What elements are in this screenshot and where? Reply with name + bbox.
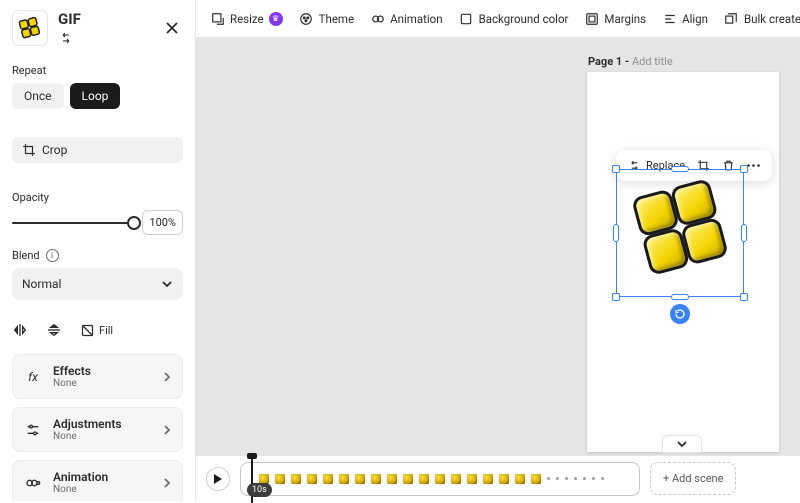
effects-sub: None [53,378,152,389]
bgcolor-button[interactable]: Background color [459,11,569,26]
animation-title: Animation [53,470,152,484]
repeat-label: Repeat [12,64,183,77]
resize-button[interactable]: Resize ♛ [210,11,283,26]
adjustments-title: Adjustments [53,417,152,431]
frame-thumb[interactable] [419,474,429,484]
frame-thumb[interactable] [307,474,317,484]
chevron-down-icon [676,438,688,450]
repeat-once-button[interactable]: Once [12,83,64,109]
close-icon[interactable] [161,17,183,39]
effects-icon: fx [23,367,43,387]
resize-handle-tr[interactable] [740,165,748,173]
animation-button[interactable]: Animation [370,11,442,26]
blend-label: Blend [12,249,40,262]
resize-handle-r[interactable] [741,224,747,242]
play-icon [213,474,223,484]
frame-thumb[interactable] [291,474,301,484]
effects-panel-button[interactable]: fx Effects None [12,354,183,399]
bulk-create-button[interactable]: Bulk create ♛ [724,11,800,26]
swap-icon[interactable] [58,30,74,46]
frame-thumb[interactable] [531,474,541,484]
properties-sidebar: GIF Repeat Once Loop Crop Opacity 10 [0,0,196,501]
timeline: 10s + Add scene [196,455,800,501]
frame-thumb[interactable] [275,474,285,484]
layer-thumbnail[interactable] [12,10,48,46]
flip-horizontal-button[interactable] [12,322,28,338]
blend-mode-select[interactable]: Normal [12,268,183,300]
opacity-label: Opacity [12,191,183,204]
align-icon [662,11,677,26]
margins-icon [584,11,599,26]
animation-panel-button[interactable]: Animation None [12,460,183,501]
flip-h-icon [12,322,28,338]
crop-label: Crop [42,143,67,157]
theme-icon [299,11,314,26]
chevron-right-icon [162,372,172,382]
fill-button[interactable]: Fill [80,323,113,338]
resize-handle-tl[interactable] [612,165,620,173]
premium-icon: ♛ [269,12,283,26]
frame-thumb[interactable] [355,474,365,484]
frame-thumb[interactable] [371,474,381,484]
add-scene-button[interactable]: + Add scene [650,462,736,495]
blend-value: Normal [22,277,61,291]
bgcolor-icon [459,11,474,26]
chevron-down-icon [161,278,173,290]
crop-icon [22,143,36,157]
duration-badge: 10s [247,483,272,497]
flip-v-icon [46,322,62,338]
rotate-handle[interactable] [670,304,690,324]
frame-thumb[interactable] [451,474,461,484]
fill-icon [80,323,95,338]
play-button[interactable] [206,467,230,491]
info-icon[interactable]: i [46,249,59,262]
repeat-segment: Once Loop [12,83,183,109]
resize-icon [210,11,225,26]
frame-thumb[interactable] [483,474,493,484]
adjustments-panel-button[interactable]: Adjustments None [12,407,183,452]
scene-track[interactable]: 10s [240,462,640,496]
animation-icon [23,473,43,493]
opacity-value-input[interactable]: 100% [142,210,183,235]
page-expand-button[interactable] [662,435,702,453]
repeat-loop-button[interactable]: Loop [70,83,121,109]
adjustments-icon [23,420,43,440]
adjustments-sub: None [53,431,152,442]
bulk-icon [724,11,739,26]
chevron-right-icon [162,425,172,435]
frame-thumb[interactable] [339,474,349,484]
fill-label: Fill [99,324,113,337]
top-toolbar: Resize ♛ Theme Animation Background colo… [196,0,800,38]
crop-button[interactable]: Crop [12,137,183,163]
frame-thumb[interactable] [403,474,413,484]
selection-box[interactable] [616,169,744,297]
layer-title: GIF [58,10,151,28]
frame-thumb[interactable] [323,474,333,484]
frame-thumb[interactable] [499,474,509,484]
effects-title: Effects [53,364,152,378]
resize-handle-br[interactable] [740,293,748,301]
flip-vertical-button[interactable] [46,322,62,338]
resize-handle-bl[interactable] [612,293,620,301]
resize-handle-t[interactable] [671,166,689,172]
frame-thumb[interactable] [467,474,477,484]
more-icon [747,164,760,167]
resize-handle-l[interactable] [613,224,619,242]
frame-thumb[interactable] [515,474,525,484]
frame-thumb[interactable] [435,474,445,484]
margins-button[interactable]: Margins [584,11,646,26]
chevron-right-icon [162,478,172,488]
frame-thumb[interactable] [387,474,397,484]
animation-tb-icon [370,11,385,26]
canvas[interactable]: Page 1 - Add title Replace [196,38,800,455]
page-title-input[interactable]: Page 1 - Add title [588,55,673,68]
resize-handle-b[interactable] [671,294,689,300]
animation-sub: None [53,484,152,495]
opacity-slider[interactable] [12,216,134,230]
theme-button[interactable]: Theme [299,11,354,26]
align-button[interactable]: Align [662,11,708,26]
